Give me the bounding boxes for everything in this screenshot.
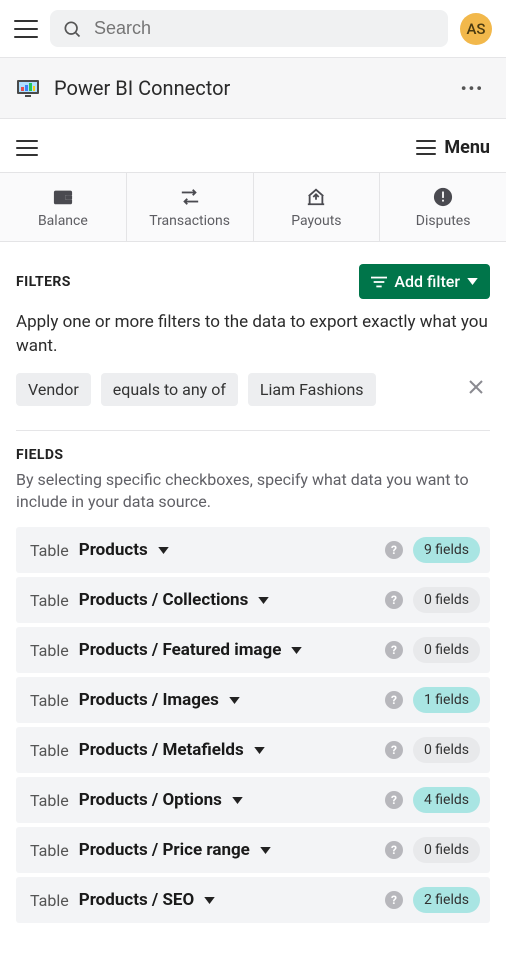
- fields-description: By selecting specific checkboxes, specif…: [16, 469, 490, 514]
- secondary-nav: Menu: [0, 119, 506, 172]
- fields-heading: FIELDS: [16, 447, 490, 463]
- field-row[interactable]: Table Products / Options? 4 fields: [16, 777, 490, 823]
- tab-label: Transactions: [149, 213, 230, 229]
- search-icon: [62, 19, 82, 39]
- help-icon[interactable]: ?: [385, 691, 403, 709]
- tab-transactions[interactable]: Transactions: [127, 173, 254, 241]
- table-prefix: Table: [30, 791, 69, 810]
- tab-disputes[interactable]: Disputes: [380, 173, 506, 241]
- filter-icon: [371, 275, 387, 289]
- filter-field-chip[interactable]: Vendor: [16, 373, 91, 406]
- help-icon[interactable]: ?: [385, 591, 403, 609]
- chevron-down-icon: [258, 597, 269, 604]
- field-table-list: Table Products? 9 fields Table Products / …: [16, 527, 490, 923]
- app-header: Power BI Connector •••: [0, 57, 506, 119]
- tab-payouts[interactable]: Payouts: [254, 173, 381, 241]
- table-prefix: Table: [30, 541, 69, 560]
- top-bar: AS: [0, 0, 506, 57]
- remove-filter-button[interactable]: [462, 376, 490, 402]
- menu-button[interactable]: Menu: [416, 137, 490, 158]
- chevron-down-icon: [291, 647, 302, 654]
- field-row[interactable]: Table Products / SEO? 2 fields: [16, 877, 490, 923]
- help-icon[interactable]: ?: [385, 541, 403, 559]
- chevron-down-icon: [229, 697, 240, 704]
- table-prefix: Table: [30, 641, 69, 660]
- main-content: FILTERS Add filter Apply one or more fil…: [0, 242, 506, 957]
- global-search[interactable]: [50, 10, 448, 47]
- table-name: Products / SEO: [79, 890, 194, 910]
- filter-expression: Vendor equals to any of Liam Fashions: [16, 373, 490, 406]
- transfer-icon: [179, 187, 201, 207]
- help-icon[interactable]: ?: [385, 841, 403, 859]
- table-name: Products / Options: [79, 790, 222, 810]
- hamburger-icon: [416, 140, 436, 155]
- field-row[interactable]: Table Products / Metafields? 0 fields: [16, 727, 490, 773]
- section-menu-toggle[interactable]: [16, 140, 38, 156]
- filter-value-chip[interactable]: Liam Fashions: [248, 373, 376, 406]
- chevron-down-icon: [254, 747, 265, 754]
- table-prefix: Table: [30, 741, 69, 760]
- field-count-badge: 0 fields: [413, 837, 480, 863]
- field-count-badge: 1 fields: [413, 687, 480, 713]
- help-icon[interactable]: ?: [385, 741, 403, 759]
- table-name: Products / Images: [79, 690, 219, 710]
- field-count-badge: 2 fields: [413, 887, 480, 913]
- alert-icon: [433, 187, 453, 207]
- filters-heading: FILTERS: [16, 274, 71, 290]
- chevron-down-icon: [467, 278, 478, 285]
- app-icon: [16, 76, 40, 100]
- table-prefix: Table: [30, 591, 69, 610]
- table-prefix: Table: [30, 841, 69, 860]
- table-name: Products / Price range: [79, 840, 250, 860]
- filters-description: Apply one or more filters to the data to…: [16, 311, 490, 359]
- tab-label: Payouts: [291, 213, 341, 229]
- tab-balance[interactable]: Balance: [0, 173, 127, 241]
- field-row[interactable]: Table Products / Collections? 0 fields: [16, 577, 490, 623]
- page-title: Power BI Connector: [54, 76, 441, 100]
- chevron-down-icon: [232, 797, 243, 804]
- chevron-down-icon: [158, 547, 169, 554]
- field-count-badge: 9 fields: [413, 537, 480, 563]
- chevron-down-icon: [204, 897, 215, 904]
- chevron-down-icon: [260, 847, 271, 854]
- table-prefix: Table: [30, 891, 69, 910]
- wallet-icon: [52, 187, 74, 207]
- field-count-badge: 4 fields: [413, 787, 480, 813]
- table-name: Products / Collections: [79, 590, 249, 610]
- table-name: Products / Featured image: [79, 640, 282, 660]
- help-icon[interactable]: ?: [385, 891, 403, 909]
- field-row[interactable]: Table Products / Images? 1 fields: [16, 677, 490, 723]
- table-name: Products / Metafields: [79, 740, 244, 760]
- add-filter-label: Add filter: [394, 272, 460, 291]
- field-row[interactable]: Table Products / Price range? 0 fields: [16, 827, 490, 873]
- menu-label: Menu: [444, 137, 490, 158]
- payout-icon: [305, 187, 327, 207]
- table-prefix: Table: [30, 691, 69, 710]
- tab-label: Balance: [38, 213, 88, 229]
- main-menu-toggle[interactable]: [14, 20, 38, 38]
- add-filter-button[interactable]: Add filter: [359, 264, 490, 299]
- filter-operator-chip[interactable]: equals to any of: [101, 373, 238, 406]
- tab-label: Disputes: [416, 213, 471, 229]
- field-count-badge: 0 fields: [413, 637, 480, 663]
- help-icon[interactable]: ?: [385, 791, 403, 809]
- field-count-badge: 0 fields: [413, 737, 480, 763]
- field-row[interactable]: Table Products / Featured image? 0 fields: [16, 627, 490, 673]
- close-icon: [468, 379, 484, 395]
- table-name: Products: [79, 540, 148, 560]
- field-row[interactable]: Table Products? 9 fields: [16, 527, 490, 573]
- more-actions-button[interactable]: •••: [455, 77, 490, 100]
- avatar[interactable]: AS: [460, 13, 492, 45]
- tabs: Balance Transactions Payouts Disputes: [0, 172, 506, 242]
- search-input[interactable]: [94, 18, 436, 39]
- filters-header: FILTERS Add filter: [16, 264, 490, 299]
- help-icon[interactable]: ?: [385, 641, 403, 659]
- field-count-badge: 0 fields: [413, 587, 480, 613]
- divider: [16, 430, 490, 431]
